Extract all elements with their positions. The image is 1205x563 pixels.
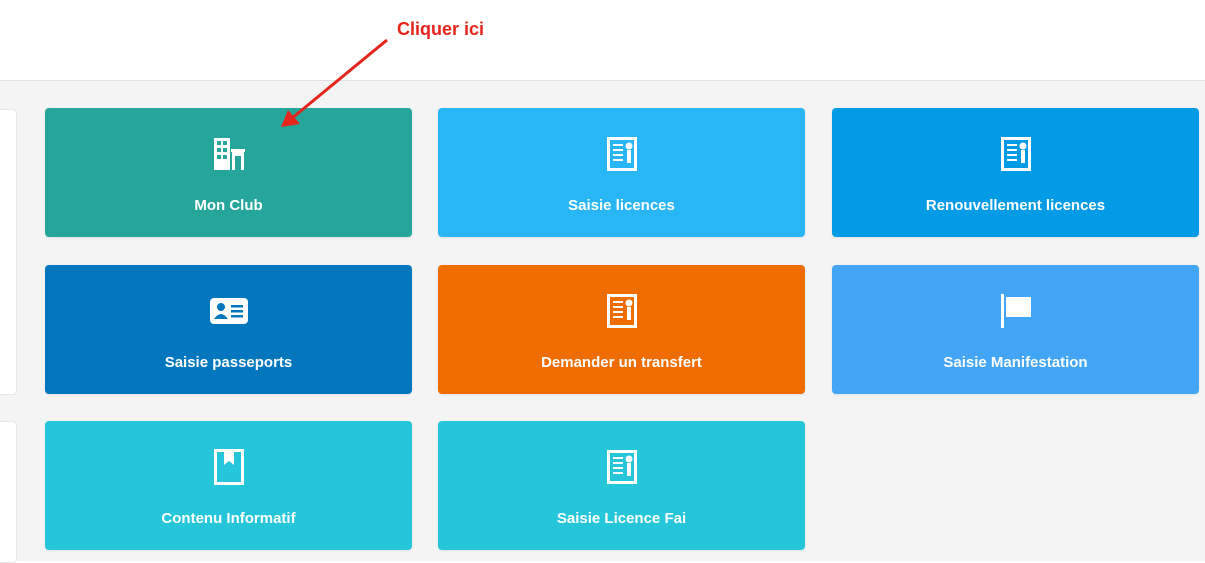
tile-label: Contenu Informatif bbox=[161, 510, 296, 527]
id-card-icon bbox=[209, 291, 249, 331]
tile-label: Mon Club bbox=[194, 197, 263, 214]
certificate-icon bbox=[602, 447, 642, 487]
tile-label: Renouvellement licences bbox=[925, 197, 1106, 214]
tile-label: Saisie Licence Fai bbox=[556, 510, 687, 527]
building-icon bbox=[209, 134, 249, 174]
certificate-icon bbox=[602, 291, 642, 331]
tile-demander-un-transfert[interactable]: Demander un transfert bbox=[438, 265, 805, 394]
tile-saisie-manifestation[interactable]: Saisie Manifestation bbox=[832, 265, 1199, 394]
side-panel-card bbox=[0, 421, 17, 563]
tile-label: Saisie passeports bbox=[164, 354, 293, 371]
annotation-text: Cliquer ici bbox=[397, 19, 485, 39]
tile-saisie-licence-fai[interactable]: Saisie Licence Fai bbox=[438, 421, 805, 550]
tile-saisie-licences[interactable]: Saisie licences bbox=[438, 108, 805, 237]
side-panel-card bbox=[0, 109, 17, 395]
certificate-icon bbox=[996, 134, 1036, 174]
bookmark-icon bbox=[209, 447, 249, 487]
tile-saisie-passeports[interactable]: Saisie passeports bbox=[45, 265, 412, 394]
certificate-icon bbox=[602, 134, 642, 174]
tile-renouvellement-licences[interactable]: Renouvellement licences bbox=[832, 108, 1199, 237]
flag-icon bbox=[996, 291, 1036, 331]
tile-label: Demander un transfert bbox=[541, 354, 702, 371]
tile-label: Saisie licences bbox=[568, 197, 675, 214]
top-bar bbox=[0, 0, 1205, 80]
tile-mon-club[interactable]: Mon Club bbox=[45, 108, 412, 237]
tile-contenu-informatif[interactable]: Contenu Informatif bbox=[45, 421, 412, 550]
tile-label: Saisie Manifestation bbox=[943, 354, 1088, 371]
